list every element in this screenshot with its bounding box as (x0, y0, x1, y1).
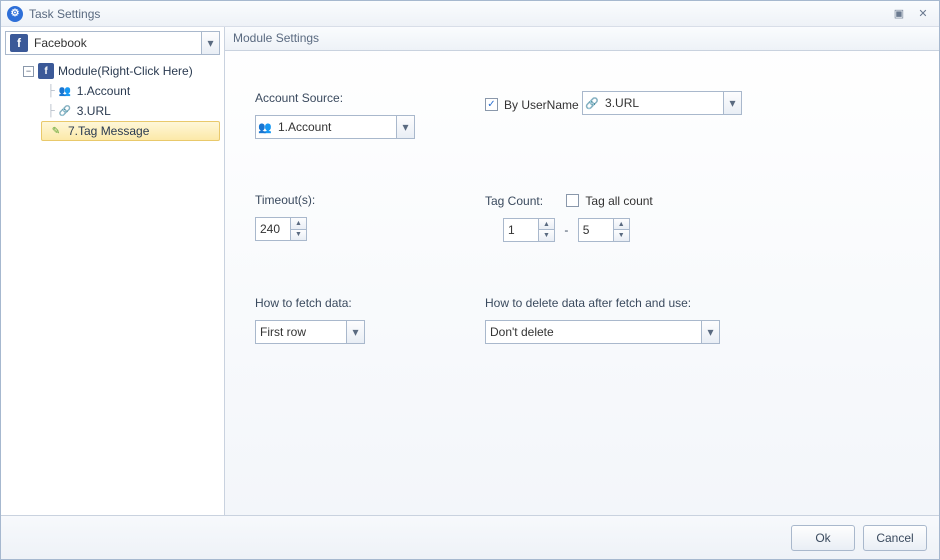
spinner-down-icon[interactable]: ▼ (614, 230, 629, 241)
tree-item-tag-message[interactable]: ✎ 7.Tag Message (41, 121, 220, 141)
by-username-value: 3.URL (601, 96, 723, 110)
delete-value: Don't delete (486, 325, 701, 339)
content: f Facebook ▾ − f Module(Right-Click Here… (1, 27, 939, 515)
chevron-down-icon[interactable]: ▾ (723, 92, 741, 114)
tag-icon: ✎ (48, 123, 64, 139)
by-username-select[interactable]: 🔗 3.URL ▾ (582, 91, 742, 115)
tree-item-label: 1.Account (77, 84, 130, 98)
tag-to-input[interactable] (579, 219, 613, 241)
tag-from-input[interactable] (504, 219, 538, 241)
account-source-value: 1.Account (274, 120, 396, 134)
tag-count-label: Tag Count: (485, 194, 543, 208)
tree-line-icon: ├ (47, 85, 55, 97)
chevron-down-icon[interactable]: ▾ (201, 32, 219, 54)
tree-root-label: Module(Right-Click Here) (58, 64, 193, 78)
tree-line-icon: ├ (47, 105, 55, 117)
spinner-up-icon[interactable]: ▲ (539, 219, 554, 231)
fetch-value: First row (256, 325, 346, 339)
tag-all-checkbox[interactable] (566, 194, 579, 207)
cancel-button[interactable]: Cancel (863, 525, 927, 551)
ok-button[interactable]: Ok (791, 525, 855, 551)
timeout-spinner[interactable]: ▲ ▼ (255, 217, 307, 241)
chevron-down-icon[interactable]: ▾ (346, 321, 364, 343)
delete-select[interactable]: Don't delete ▾ (485, 320, 720, 344)
minimize-button[interactable]: ▣ (889, 6, 909, 22)
timeout-input[interactable] (256, 218, 290, 240)
tag-from-spinner[interactable]: ▲ ▼ (503, 218, 555, 242)
task-settings-window: ⚙ Task Settings ▣ ✕ f Facebook ▾ − f Mod… (0, 0, 940, 560)
by-username-checkbox[interactable]: ✓ (485, 98, 498, 111)
module-selector-label: Facebook (32, 36, 201, 50)
module-tree: − f Module(Right-Click Here) ├ 👥 1.Accou… (1, 59, 224, 515)
fetch-label: How to fetch data: (255, 296, 485, 310)
main-header: Module Settings (225, 27, 939, 51)
footer: Ok Cancel (1, 515, 939, 559)
titlebar: ⚙ Task Settings ▣ ✕ (1, 1, 939, 27)
link-icon: 🔗 (583, 97, 601, 110)
tree-root[interactable]: − f Module(Right-Click Here) (1, 61, 224, 81)
spinner-up-icon[interactable]: ▲ (614, 219, 629, 231)
tag-all-label: Tag all count (585, 194, 652, 208)
tree-item-label: 3.URL (77, 104, 111, 118)
form-area: Account Source: 👥 1.Account ▾ ✓ By UserN… (225, 51, 939, 515)
spinner-up-icon[interactable]: ▲ (291, 218, 306, 230)
chevron-down-icon[interactable]: ▾ (701, 321, 719, 343)
spinner-down-icon[interactable]: ▼ (291, 230, 306, 241)
tree-item-account[interactable]: ├ 👥 1.Account (1, 81, 224, 101)
collapse-icon[interactable]: − (23, 66, 34, 77)
delete-label: How to delete data after fetch and use: (485, 296, 919, 310)
people-icon: 👥 (256, 121, 274, 134)
account-source-select[interactable]: 👥 1.Account ▾ (255, 115, 415, 139)
account-source-label: Account Source: (255, 91, 485, 105)
module-selector[interactable]: f Facebook ▾ (5, 31, 220, 55)
close-button[interactable]: ✕ (913, 6, 933, 22)
range-separator: - (564, 223, 568, 237)
people-icon: 👥 (57, 83, 73, 99)
facebook-icon: f (10, 34, 28, 52)
fetch-select[interactable]: First row ▾ (255, 320, 365, 344)
tree-item-url[interactable]: ├ 🔗 3.URL (1, 101, 224, 121)
spinner-down-icon[interactable]: ▼ (539, 230, 554, 241)
tree-item-label: 7.Tag Message (68, 124, 149, 138)
link-icon: 🔗 (57, 103, 73, 119)
timeout-label: Timeout(s): (255, 193, 485, 207)
sidebar: f Facebook ▾ − f Module(Right-Click Here… (1, 27, 225, 515)
chevron-down-icon[interactable]: ▾ (396, 116, 414, 138)
by-username-label: By UserName (504, 98, 579, 112)
window-title: Task Settings (29, 7, 885, 21)
main-panel: Module Settings Account Source: 👥 1.Acco… (225, 27, 939, 515)
app-icon: ⚙ (7, 6, 23, 22)
tag-to-spinner[interactable]: ▲ ▼ (578, 218, 630, 242)
facebook-icon: f (38, 63, 54, 79)
